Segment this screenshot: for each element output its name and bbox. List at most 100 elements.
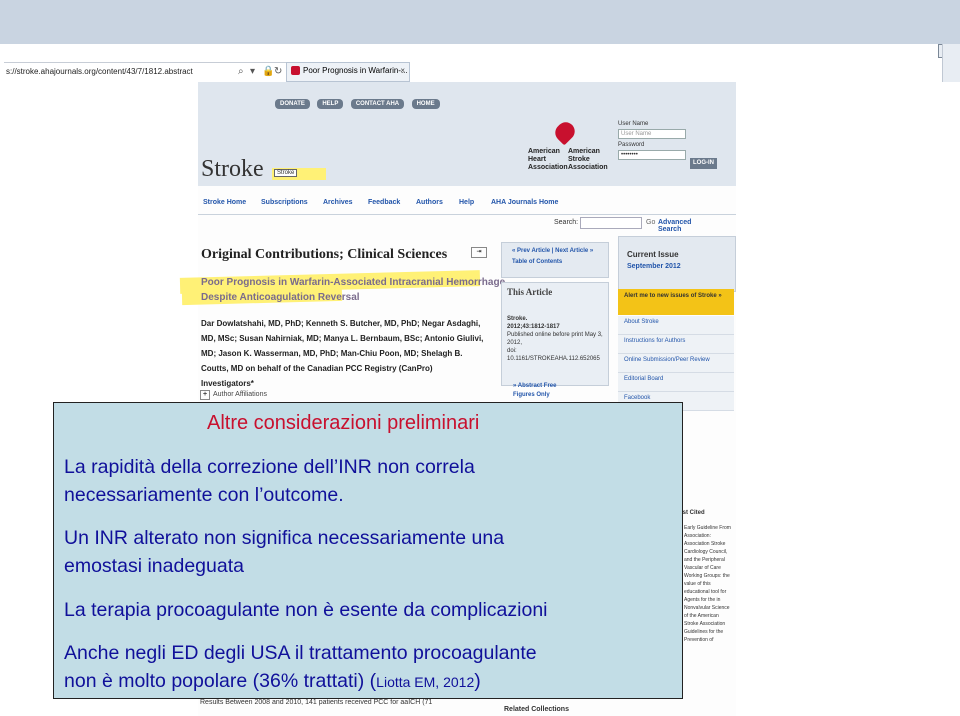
- asa-logo-line: Association: [568, 164, 608, 171]
- article-nav-box: « Prev Article | Next Article » Table of…: [501, 242, 609, 278]
- search-label: Search:: [554, 219, 579, 226]
- figures-link[interactable]: Figures Only: [513, 391, 609, 400]
- slide-line: necessariamente con l’outcome.: [64, 484, 344, 506]
- asa-logo-line: American: [568, 148, 600, 155]
- author-affiliations-label: Author Affiliations: [213, 391, 267, 398]
- slide-textbox: Altre considerazioni preliminari La rapi…: [53, 402, 683, 699]
- contact-aha-button[interactable]: CONTACT AHA: [350, 99, 405, 109]
- chevron-down-icon[interactable]: ▾: [250, 63, 255, 80]
- article-title-line: Despite Anticoagulation Reversal: [201, 292, 360, 303]
- nav-stroke-home[interactable]: Stroke Home: [203, 199, 246, 206]
- share-icon[interactable]: ⇥: [471, 247, 487, 258]
- home-button[interactable]: HOME: [411, 99, 440, 109]
- slide-point-4: Anche negli ED degli USA il trattamento …: [64, 639, 537, 696]
- tab-close-icon[interactable]: ×: [400, 63, 405, 79]
- most-cited-list[interactable]: Early Guideline From Association: Associ…: [684, 524, 734, 644]
- tab-label: Poor Prognosis in Warfarin-...: [303, 66, 408, 75]
- browser-chrome: s://stroke.ahajournals.org/content/43/7/…: [0, 0, 960, 82]
- citation-close: ): [474, 670, 481, 692]
- slide-line: non è molto popolare (36% trattati) (Lio…: [64, 667, 537, 696]
- lock-icon: 🔒: [262, 66, 275, 77]
- user-name-field[interactable]: User Name: [618, 129, 686, 139]
- prev-next-links[interactable]: « Prev Article | Next Article »: [512, 246, 608, 257]
- slide-line: Un INR alterato non significa necessaria…: [64, 527, 505, 549]
- slide-line: Anche negli ED degli USA il trattamento …: [64, 642, 537, 664]
- favicon-icon: [291, 66, 300, 76]
- site-header: DONATE HELP CONTACT AHA HOME Stroke Stro…: [198, 82, 736, 186]
- slide-point-1: La rapidità della correzione dell’INR no…: [64, 453, 475, 509]
- aha-logo-line: Association: [528, 164, 568, 171]
- article-title: Poor Prognosis in Warfarin-Associated In…: [201, 275, 505, 305]
- search-input[interactable]: [580, 217, 642, 229]
- current-issue-title: Current Issue: [627, 250, 679, 259]
- slide-title: Altre considerazioni preliminari: [207, 412, 480, 434]
- side-link-about[interactable]: About Stroke: [618, 316, 734, 335]
- password-label: Password: [618, 142, 645, 148]
- logo-highlight: Stroke: [272, 168, 326, 180]
- user-name-label: User Name: [618, 121, 649, 127]
- help-button[interactable]: HELP: [317, 99, 344, 109]
- side-link-instructions[interactable]: Instructions for Authors: [618, 335, 734, 354]
- related-collections-label: Related Collections: [504, 706, 569, 713]
- citation: Stroke. 2012;43:1812-1817 Published onli…: [507, 315, 608, 363]
- abstract-link[interactable]: » Abstract Free: [513, 382, 609, 391]
- citation-doi: doi: 10.1161/STROKEAHA.112.652065: [507, 348, 600, 362]
- window-controls: [942, 44, 960, 82]
- heart-icon: [551, 118, 579, 146]
- nav-archives[interactable]: Archives: [323, 199, 353, 206]
- search-go-button[interactable]: Go: [646, 219, 655, 226]
- side-link-submission[interactable]: Online Submission/Peer Review: [618, 354, 734, 373]
- slide-point-2: Un INR alterato non significa necessaria…: [64, 524, 504, 580]
- nav-authors[interactable]: Authors: [416, 199, 443, 206]
- slide-line: emostasi inadeguata: [64, 555, 244, 577]
- toc-link[interactable]: Table of Contents: [512, 257, 608, 268]
- browser-titlebar: [0, 0, 960, 44]
- expand-icon[interactable]: +: [200, 390, 210, 400]
- top-buttons: DONATE HELP CONTACT AHA HOME: [275, 92, 443, 110]
- login-button[interactable]: LOG-IN: [690, 158, 717, 169]
- citation-published: Published online before print May 3, 201…: [507, 332, 603, 346]
- nav-divider: [198, 214, 736, 215]
- current-issue-date[interactable]: September 2012: [627, 263, 681, 270]
- login-form: User Name User Name Password •••••••• LO…: [618, 120, 728, 169]
- author-list: Dar Dowlatshahi, MD, PhD; Kenneth S. But…: [201, 319, 484, 388]
- current-issue-box[interactable]: Current Issue September 2012: [618, 236, 736, 292]
- password-value: ••••••••: [621, 152, 638, 158]
- address-url[interactable]: s://stroke.ahajournals.org/content/43/7/…: [6, 63, 193, 80]
- side-link-editorial-board[interactable]: Editorial Board: [618, 373, 734, 392]
- article-links: » Abstract Free Figures Only: [501, 380, 609, 404]
- reload-icon[interactable]: ↻: [274, 63, 282, 80]
- section-title: Original Contributions; Clinical Science…: [201, 247, 448, 262]
- nav-help[interactable]: Help: [459, 199, 474, 206]
- logo-tag: Stroke: [274, 169, 298, 177]
- asa-logo-line: Stroke: [568, 156, 590, 163]
- citation-journal: Stroke.: [507, 316, 528, 322]
- results-snippet: Results Between 2008 and 2010, 141 patie…: [200, 699, 433, 706]
- main-nav: Stroke Home Subscriptions Archives Feedb…: [198, 196, 736, 212]
- user-name-placeholder: User Name: [621, 131, 652, 137]
- side-links: About Stroke Instructions for Authors On…: [618, 316, 734, 411]
- related-collections-toggle[interactable]: Related Collections: [504, 706, 569, 713]
- nav-aha-journals-home[interactable]: AHA Journals Home: [491, 199, 558, 206]
- citation-volume: 2012;43:1812-1817: [507, 324, 560, 330]
- slide-line: La rapidità della correzione dell’INR no…: [64, 456, 475, 478]
- search-icon[interactable]: ⌕: [238, 63, 244, 80]
- slide-point-3: La terapia procoagulante non è esente da…: [64, 599, 548, 621]
- slide-line-text: non è molto popolare (36% trattati) (: [64, 670, 377, 692]
- browser-tab[interactable]: Poor Prognosis in Warfarin-... ×: [286, 62, 410, 82]
- this-article-box: This Article Stroke. 2012;43:1812-1817 P…: [501, 282, 609, 386]
- alert-signup[interactable]: Alert me to new issues of Stroke »: [618, 289, 734, 315]
- advanced-search-link[interactable]: Advanced Search: [658, 219, 691, 233]
- donate-button[interactable]: DONATE: [275, 99, 310, 109]
- author-affiliations-toggle[interactable]: + Author Affiliations: [200, 390, 267, 400]
- asa-logo[interactable]: American Stroke Association: [568, 148, 608, 172]
- aha-logo-line: Heart: [528, 156, 546, 163]
- nav-subscriptions[interactable]: Subscriptions: [261, 199, 308, 206]
- article-title-line: Poor Prognosis in Warfarin-Associated In…: [201, 277, 506, 288]
- aha-logo-line: American: [528, 148, 560, 155]
- password-field[interactable]: ••••••••: [618, 150, 686, 160]
- citation-reference: Liotta EM, 2012: [376, 674, 475, 690]
- nav-feedback[interactable]: Feedback: [368, 199, 400, 206]
- journal-logo[interactable]: Stroke: [201, 156, 264, 183]
- this-article-title: This Article: [507, 287, 553, 297]
